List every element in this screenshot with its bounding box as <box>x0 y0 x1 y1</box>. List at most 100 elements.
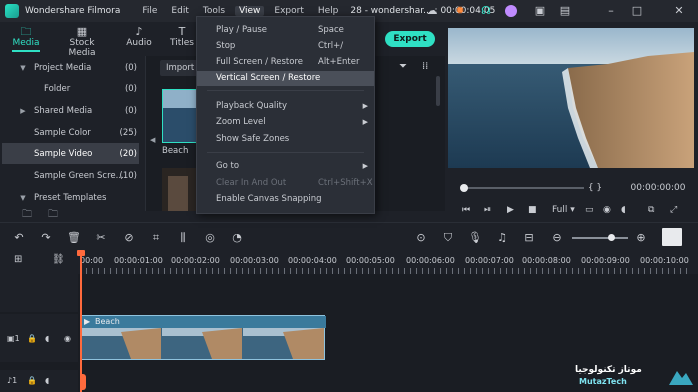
playhead[interactable] <box>80 252 82 392</box>
minimize-icon[interactable]: – <box>604 4 618 18</box>
timeline-clip-beach[interactable]: ▶ Beach <box>80 315 326 360</box>
grid-view-icon[interactable]: ⁞⁞ <box>422 61 428 72</box>
motion-track-icon[interactable]: ⊙ <box>414 231 428 245</box>
menu-item-canvas-snapping[interactable]: Enable Canvas Snapping <box>197 192 374 207</box>
menu-export[interactable]: Export <box>270 6 307 16</box>
preview-scrubber-handle[interactable] <box>460 184 468 192</box>
avatar-icon[interactable] <box>505 5 517 17</box>
maximize-icon[interactable]: □ <box>630 4 644 18</box>
stop-icon[interactable]: ■ <box>528 205 537 215</box>
menu-item-go-to[interactable]: Go to ▶ <box>197 159 374 174</box>
play-icon[interactable]: ▶ <box>507 205 514 215</box>
notification-icon[interactable]: ▤ <box>558 4 572 18</box>
library-item-folder[interactable]: Folder (0) <box>0 78 145 99</box>
menu-item-zoom-level[interactable]: Zoom Level ▶ <box>197 115 374 130</box>
menu-item-show-safe-zones[interactable]: Show Safe Zones <box>197 132 374 147</box>
volume-icon[interactable]: ◖ <box>621 205 626 215</box>
zoom-slider-handle[interactable] <box>608 234 615 241</box>
clip-header: ▶ Beach <box>81 316 326 328</box>
cut-icon[interactable]: ✂ <box>94 231 108 245</box>
library-item-shared-media[interactable]: ▶ Shared Media (0) <box>0 100 145 121</box>
audio-mix-icon[interactable]: ♫ <box>495 231 509 245</box>
menu-tools[interactable]: Tools <box>199 6 229 16</box>
chevron-right-icon[interactable]: ▶ <box>18 107 28 115</box>
scrollbar[interactable] <box>436 76 440 106</box>
menu-item-full-screen[interactable]: Full Screen / Restore Alt+Enter <box>197 55 374 70</box>
monitor-icon[interactable]: ▭ <box>585 205 594 215</box>
playhead-handle[interactable] <box>77 250 85 256</box>
speed-icon[interactable]: ◔ <box>230 231 244 245</box>
zoom-in-icon[interactable]: ⊕ <box>634 231 648 245</box>
speaker-icon[interactable]: ◖ <box>45 376 49 385</box>
collapse-left-icon[interactable]: ◀ <box>150 136 155 144</box>
tag-icon[interactable]: ⊘ <box>122 231 136 245</box>
ruler-tick: 00:00:04:00 <box>288 256 337 265</box>
undo-icon[interactable]: ↶ <box>12 231 26 245</box>
ruler-tick: 00:00:01:00 <box>114 256 163 265</box>
shield-icon[interactable]: ⛉ <box>441 231 455 245</box>
menu-help[interactable]: Help <box>314 6 343 16</box>
timeline-ruler[interactable]: ⊞ ⛓ 00:00 00:00:01:00 00:00:02:00 00:00:… <box>0 252 698 274</box>
tab-audio[interactable]: ♪ Audio <box>124 25 154 48</box>
audio-adjust-icon[interactable]: ⫼ <box>176 231 190 245</box>
layout-icon[interactable] <box>662 228 682 246</box>
filter-icon[interactable]: ⏷ <box>399 61 407 72</box>
library-item-count: (10) <box>119 170 137 181</box>
bulb-icon[interactable]: ✹ <box>453 4 467 18</box>
menu-item-play-pause[interactable]: Play / Pause Space <box>197 23 374 38</box>
menu-edit[interactable]: Edit <box>167 6 192 16</box>
app-name: Wondershare Filmora <box>25 6 121 16</box>
import-button[interactable]: Import <box>160 60 200 76</box>
library-item-sample-green-screen[interactable]: Sample Green Scre... (10) <box>0 165 145 186</box>
view-dropdown-menu: Play / Pause Space Stop Ctrl+/ Full Scre… <box>196 16 375 214</box>
previous-frame-icon[interactable]: ⏮ <box>462 205 470 215</box>
add-track-icon[interactable]: ⊞ <box>14 254 22 265</box>
library-item-project-media[interactable]: ▼ Project Media (0) <box>0 57 145 78</box>
redo-icon[interactable]: ↷ <box>39 231 53 245</box>
menu-view[interactable]: View <box>235 6 265 16</box>
headset-icon[interactable]: ☊ <box>479 4 493 18</box>
chevron-down-icon[interactable]: ▼ <box>18 194 28 202</box>
lock-icon[interactable]: 🔒 <box>27 334 37 343</box>
tab-stock-media[interactable]: ▦ Stock Media <box>56 25 108 58</box>
zoom-slider-track[interactable] <box>572 237 628 239</box>
tab-titles[interactable]: T Titles <box>168 25 196 48</box>
cloud-icon[interactable]: ☁ <box>425 4 439 18</box>
color-icon[interactable]: ◎ <box>203 231 217 245</box>
play-frame-icon[interactable]: ⏯ <box>484 205 491 215</box>
menu-item-label: Go to <box>216 161 240 171</box>
menu-item-stop[interactable]: Stop Ctrl+/ <box>197 39 374 54</box>
zoom-out-icon[interactable]: ⊖ <box>550 231 564 245</box>
tab-media[interactable]: 🗀 Media <box>10 25 42 52</box>
close-icon[interactable]: ✕ <box>672 4 686 18</box>
menu-item-playback-quality[interactable]: Playback Quality ▶ <box>197 99 374 114</box>
delete-icon[interactable]: 🗑 <box>67 231 81 245</box>
lock-icon[interactable]: 🔒 <box>27 376 37 385</box>
library-item-sample-color[interactable]: Sample Color (25) <box>0 122 145 143</box>
fullscreen-icon[interactable]: ⤢ <box>670 205 677 215</box>
library-item-preset-templates[interactable]: ▼ Preset Templates <box>0 187 145 208</box>
save-icon[interactable]: ▣ <box>533 4 547 18</box>
media-thumbnail-2[interactable] <box>162 168 200 216</box>
tab-stock-media-label: Stock Media <box>68 38 96 58</box>
preview-scrubber-track[interactable] <box>464 187 584 189</box>
subtitle-icon[interactable]: ⊟ <box>522 231 536 245</box>
video-preview[interactable] <box>448 28 694 168</box>
menu-item-label: Playback Quality <box>216 101 288 111</box>
crop-icon[interactable]: ⌗ <box>149 231 163 245</box>
eye-icon[interactable]: ◉ <box>64 334 71 343</box>
microphone-icon[interactable]: 🎙 <box>468 231 482 245</box>
media-thumbnail-beach[interactable] <box>162 89 200 143</box>
speaker-icon[interactable]: ◖ <box>45 334 49 343</box>
link-icon[interactable]: ⛓ <box>52 254 65 265</box>
clip-filmstrip <box>81 328 324 359</box>
quality-select[interactable]: Full ▾ <box>552 205 575 215</box>
menu-item-vertical-screen[interactable]: Vertical Screen / Restore <box>197 71 374 86</box>
mark-in-out-brackets[interactable]: { } <box>578 183 612 193</box>
library-item-sample-video[interactable]: Sample Video (20) <box>2 143 139 164</box>
export-button[interactable]: Export <box>385 31 435 47</box>
chevron-down-icon[interactable]: ▼ <box>18 64 28 72</box>
menu-file[interactable]: File <box>138 6 161 16</box>
snapshot-icon[interactable]: ◉ <box>603 205 611 215</box>
pip-icon[interactable]: ⧉ <box>648 205 654 215</box>
